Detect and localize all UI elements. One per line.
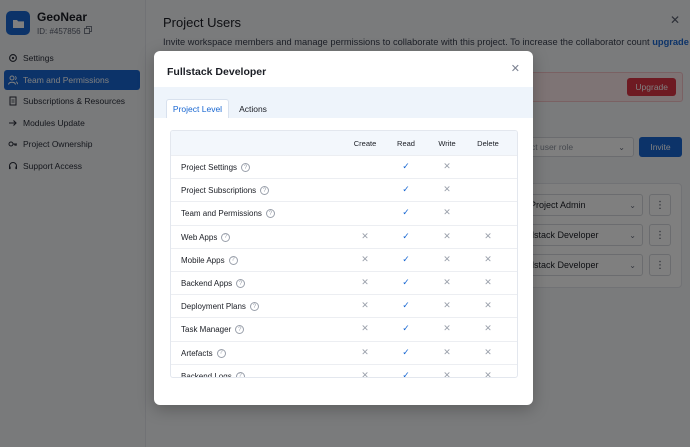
row-label: Backend Apps? [181, 279, 246, 288]
modal-tabs: Project Level Actions [154, 87, 533, 118]
permissions-table: Create Read Write Delete Project Setting… [170, 130, 518, 378]
x-icon: ✕ [484, 300, 492, 311]
x-icon: ✕ [443, 207, 451, 218]
help-icon[interactable]: ? [216, 348, 226, 358]
column-header: Read [397, 139, 415, 148]
check-icon: ✓ [402, 369, 410, 378]
row-label-text: Backend Apps [181, 279, 233, 288]
help-icon[interactable]: ? [241, 163, 251, 172]
check-icon: ✓ [402, 161, 410, 171]
check-icon: ✓ [402, 300, 410, 311]
column-header: Create [353, 139, 377, 148]
x-icon: ✕ [361, 369, 369, 378]
permissions-modal: Fullstack Developer ✕ Project Level Acti… [154, 51, 533, 405]
row-label: Team and Permissions? [181, 209, 275, 219]
check-icon: ✓ [402, 184, 410, 195]
help-icon[interactable]: ? [228, 255, 238, 265]
row-label: Project Settings? [181, 163, 251, 172]
x-icon: ✕ [484, 277, 492, 287]
x-icon: ✕ [443, 346, 451, 357]
x-icon: ✕ [361, 323, 369, 334]
help-icon[interactable]: ? [221, 232, 231, 242]
table-row: Project Settings? ✓ ✕ [171, 155, 517, 178]
table-header: Create Read Write Delete [171, 131, 517, 155]
help-icon[interactable]: ? [249, 302, 259, 312]
row-label: Web Apps? [181, 232, 231, 242]
row-label: Artefacts? [181, 348, 226, 358]
table-row: Project Subscriptions? ✓ ✕ [171, 178, 517, 201]
row-label: Deployment Plans? [181, 302, 259, 312]
check-icon: ✓ [402, 277, 410, 287]
x-icon: ✕ [443, 184, 451, 195]
help-icon[interactable]: ? [265, 209, 275, 219]
row-label: Task Manager? [181, 325, 245, 335]
row-label-text: Task Manager [181, 325, 232, 335]
row-label-text: Artefacts [181, 348, 213, 358]
row-label-text: Web Apps [181, 232, 218, 242]
row-label: Backend Logs? [181, 371, 245, 378]
x-icon: ✕ [484, 253, 492, 264]
x-icon: ✕ [484, 346, 492, 357]
row-label-text: Project Subscriptions [181, 186, 257, 196]
table-row: Web Apps? ✕ ✓ ✕ ✕ [171, 224, 517, 248]
x-icon: ✕ [484, 369, 492, 378]
table-row: Task Manager? ✕ ✓ ✕ ✕ [171, 317, 517, 340]
x-icon: ✕ [361, 346, 369, 357]
row-label-text: Deployment Plans [181, 302, 246, 312]
check-icon: ✓ [402, 207, 410, 218]
x-icon: ✕ [361, 253, 369, 264]
x-icon: ✕ [443, 277, 451, 287]
table-row: Mobile Apps? ✕ ✓ ✕ ✕ [171, 247, 517, 271]
check-icon: ✓ [402, 230, 410, 241]
row-label: Project Subscriptions? [181, 186, 270, 196]
help-icon[interactable]: ? [236, 279, 246, 288]
modal-title: Fullstack Developer [167, 66, 267, 78]
help-icon[interactable]: ? [260, 186, 270, 196]
row-label-text: Backend Logs [181, 371, 232, 378]
x-icon: ✕ [443, 161, 451, 171]
table-row: Backend Logs? ✕ ✓ ✕ ✕ [171, 363, 517, 378]
tab-project-level[interactable]: Project Level [166, 99, 229, 118]
x-icon: ✕ [443, 230, 451, 241]
row-label-text: Project Settings [181, 163, 238, 172]
x-icon: ✕ [443, 369, 451, 378]
tab-actions[interactable]: Actions [232, 99, 274, 118]
check-icon: ✓ [402, 346, 410, 357]
x-icon: ✕ [443, 300, 451, 311]
help-icon[interactable]: ? [235, 325, 245, 335]
column-header: Write [438, 139, 456, 148]
x-icon: ✕ [361, 277, 369, 287]
x-icon: ✕ [361, 230, 369, 241]
close-icon[interactable]: ✕ [511, 62, 520, 75]
table-row: Backend Apps? ✕ ✓ ✕ ✕ [171, 271, 517, 294]
check-icon: ✓ [402, 323, 410, 334]
x-icon: ✕ [361, 300, 369, 311]
check-icon: ✓ [402, 253, 410, 264]
x-icon: ✕ [484, 323, 492, 334]
row-label-text: Mobile Apps [181, 255, 225, 265]
x-icon: ✕ [443, 323, 451, 334]
table-row: Deployment Plans? ✕ ✓ ✕ ✕ [171, 294, 517, 317]
table-row: Artefacts? ✕ ✓ ✕ ✕ [171, 340, 517, 364]
row-label-text: Team and Permissions [181, 209, 262, 219]
table-row: Team and Permissions? ✓ ✕ [171, 201, 517, 224]
help-icon[interactable]: ? [235, 371, 245, 377]
x-icon: ✕ [443, 253, 451, 264]
column-header: Delete [477, 139, 499, 148]
row-label: Mobile Apps? [181, 255, 238, 265]
x-icon: ✕ [484, 230, 492, 241]
